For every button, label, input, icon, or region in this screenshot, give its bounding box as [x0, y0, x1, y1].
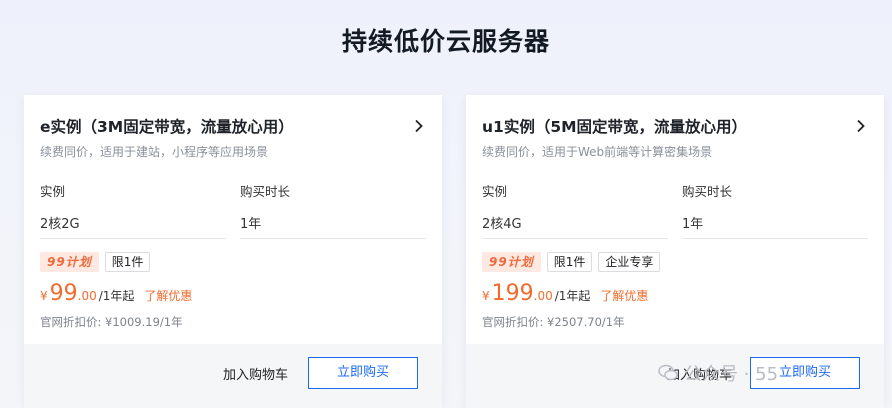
tag-limit: 限1件 [546, 252, 593, 272]
watermark-text: 公众号 · 55 [684, 364, 779, 385]
spec-label: 购买时长 [682, 184, 733, 199]
card-title: e实例（3M固定带宽，流量放心用） [40, 118, 294, 136]
spec-duration: 购买时长 1年 [240, 181, 426, 239]
watermark: 公众号 · 55 [658, 360, 778, 386]
spec-label: 实例 [40, 184, 66, 199]
price-row: ¥ 99 .00 /1年起 了解优惠 [40, 281, 192, 306]
tag-list: 99计划 限1件 [40, 252, 151, 272]
currency-symbol: ¥ [482, 289, 490, 303]
spec-duration: 购买时长 1年 [682, 181, 868, 239]
spec-instance-select[interactable]: 2核2G [40, 209, 226, 239]
spec-duration-select[interactable]: 1年 [240, 209, 426, 239]
promo-link[interactable]: 了解优惠 [144, 287, 192, 304]
card-subtitle: 续费同价，适用于建站，小程序等应用场景 [40, 145, 269, 159]
tag-enterprise: 企业专享 [598, 252, 661, 272]
price-row: ¥ 199 .00 /1年起 了解优惠 [482, 281, 648, 306]
price-integer: 199 [491, 281, 534, 306]
currency-symbol: ¥ [40, 289, 48, 303]
card-header[interactable]: e实例（3M固定带宽，流量放心用） 续费同价，适用于建站，小程序等应用场景 [40, 115, 426, 165]
price-unit: /1年起 [98, 289, 135, 303]
page-title: 持续低价云服务器 [341, 27, 550, 56]
original-price: 官网折扣价: ¥2507.70/1年 [482, 315, 625, 329]
card-header[interactable]: u1实例（5M固定带宽，流量放心用） 续费同价，适用于Web前端等计算密集场景 [482, 115, 868, 165]
chevron-right-icon[interactable] [414, 119, 424, 133]
tag-list: 99计划 限1件 企业专享 [482, 252, 661, 272]
buy-now-button[interactable]: 立即购买 [308, 357, 418, 389]
spec-instance: 实例 2核2G [40, 181, 226, 239]
spec-instance-select[interactable]: 2核4G [482, 209, 668, 239]
price-decimal: .00 [77, 289, 97, 303]
card-subtitle: 续费同价，适用于Web前端等计算密集场景 [482, 145, 713, 159]
price-decimal: .00 [533, 289, 553, 303]
tag-limit: 限1件 [104, 252, 151, 272]
original-price: 官网折扣价: ¥1009.19/1年 [40, 315, 183, 329]
card-footer: 加入购物车 立即购买 [24, 344, 442, 408]
tag-99-plan: 99计划 [40, 252, 99, 272]
chevron-right-icon[interactable] [856, 119, 866, 133]
spec-label: 实例 [482, 184, 508, 199]
product-card-e: e实例（3M固定带宽，流量放心用） 续费同价，适用于建站，小程序等应用场景 实例… [24, 95, 442, 408]
spec-instance: 实例 2核4G [482, 181, 668, 239]
promo-link[interactable]: 了解优惠 [600, 287, 648, 304]
spec-duration-select[interactable]: 1年 [682, 209, 868, 239]
wechat-icon [658, 364, 678, 381]
price-unit: /1年起 [554, 289, 591, 303]
card-title: u1实例（5M固定带宽，流量放心用） [482, 118, 748, 136]
price-integer: 99 [49, 281, 78, 306]
spec-label: 购买时长 [240, 184, 291, 199]
tag-99-plan: 99计划 [482, 252, 541, 272]
add-to-cart-link[interactable]: 加入购物车 [223, 364, 288, 383]
